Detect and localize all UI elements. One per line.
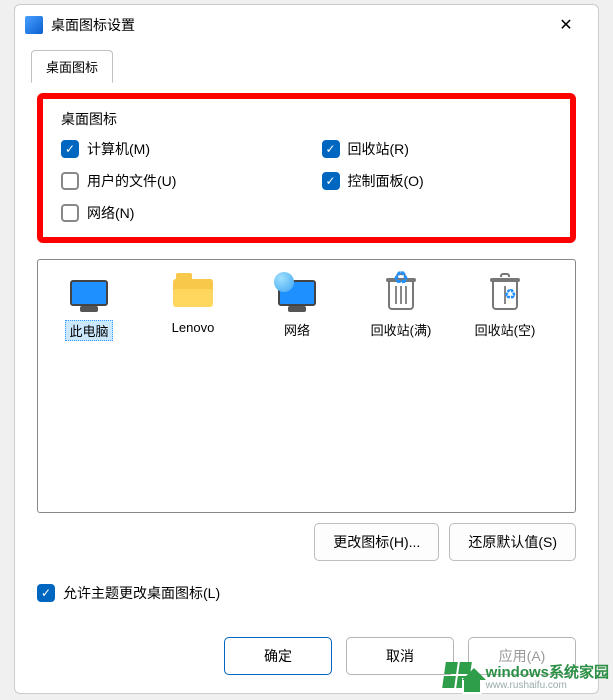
recycle-full-icon: ♻ bbox=[356, 270, 446, 316]
content-area: 桌面图标 ✓ 计算机(M) ✓ 回收站(R) 用户的文件(U) ✓ 控制面板(O… bbox=[15, 83, 598, 623]
checkbox-recyclebin[interactable]: ✓ 回收站(R) bbox=[322, 139, 553, 159]
checkbox-label: 回收站(R) bbox=[348, 139, 409, 159]
checkbox-userfiles[interactable]: 用户的文件(U) bbox=[61, 171, 292, 191]
folder-icon bbox=[148, 270, 238, 316]
tabbar: 桌面图标 bbox=[15, 45, 598, 83]
settings-dialog: 桌面图标设置 ✕ 桌面图标 桌面图标 ✓ 计算机(M) ✓ 回收站(R) bbox=[14, 4, 599, 694]
titlebar: 桌面图标设置 ✕ bbox=[15, 5, 598, 45]
checkbox-icon: ✓ bbox=[61, 140, 79, 158]
checkbox-icon bbox=[61, 204, 79, 222]
checkbox-network[interactable]: 网络(N) bbox=[61, 203, 292, 223]
allow-theme-checkbox[interactable]: ✓ 允许主题更改桌面图标(L) bbox=[37, 583, 576, 603]
checkbox-label: 用户的文件(U) bbox=[87, 171, 176, 191]
this-pc-icon bbox=[44, 270, 134, 316]
icon-item-network[interactable]: 网络 bbox=[252, 270, 342, 339]
checkbox-label: 控制面板(O) bbox=[348, 171, 424, 191]
ok-button[interactable]: 确定 bbox=[224, 637, 332, 675]
network-icon bbox=[252, 270, 342, 316]
checkbox-icon: ✓ bbox=[322, 140, 340, 158]
checkbox-label: 计算机(M) bbox=[87, 139, 150, 159]
icon-label: 回收站(空) bbox=[475, 320, 536, 339]
icon-item-lenovo[interactable]: Lenovo bbox=[148, 270, 238, 335]
cancel-button[interactable]: 取消 bbox=[346, 637, 454, 675]
icon-item-recycle-empty[interactable]: ♻ 回收站(空) bbox=[460, 270, 550, 339]
checkbox-grid: ✓ 计算机(M) ✓ 回收站(R) 用户的文件(U) ✓ 控制面板(O) bbox=[61, 139, 552, 223]
change-icon-button[interactable]: 更改图标(H)... bbox=[314, 523, 439, 561]
checkbox-icon: ✓ bbox=[37, 584, 55, 602]
watermark-line2: www.rushaifu.com bbox=[486, 681, 609, 692]
checkbox-icon: ✓ bbox=[322, 172, 340, 190]
watermark: windows系统家园 www.rushaifu.com bbox=[442, 660, 609, 696]
icon-label: 回收站(满) bbox=[371, 320, 432, 339]
icon-item-recycle-full[interactable]: ♻ 回收站(满) bbox=[356, 270, 446, 339]
tab-label: 桌面图标 bbox=[46, 60, 98, 75]
desktop-icons-group: 桌面图标 ✓ 计算机(M) ✓ 回收站(R) 用户的文件(U) ✓ 控制面板(O… bbox=[37, 93, 576, 243]
group-label: 桌面图标 bbox=[61, 109, 552, 129]
icon-preview-list[interactable]: 此电脑 Lenovo 网络 ♻ bbox=[37, 259, 576, 513]
icon-action-row: 更改图标(H)... 还原默认值(S) bbox=[37, 523, 576, 561]
watermark-line1: windows系统家园 bbox=[486, 665, 609, 681]
app-icon bbox=[25, 16, 43, 34]
watermark-logo-icon bbox=[442, 660, 482, 696]
icon-item-this-pc[interactable]: 此电脑 bbox=[44, 270, 134, 341]
checkbox-computer[interactable]: ✓ 计算机(M) bbox=[61, 139, 292, 159]
checkbox-icon bbox=[61, 172, 79, 190]
icon-label: 此电脑 bbox=[65, 320, 112, 341]
checkbox-label: 允许主题更改桌面图标(L) bbox=[63, 583, 220, 603]
close-icon: ✕ bbox=[559, 15, 572, 35]
icon-label: 网络 bbox=[284, 320, 310, 339]
window-title: 桌面图标设置 bbox=[51, 15, 544, 35]
icon-label: Lenovo bbox=[172, 320, 215, 335]
tab-desktop-icons[interactable]: 桌面图标 bbox=[31, 50, 113, 83]
checkbox-controlpanel[interactable]: ✓ 控制面板(O) bbox=[322, 171, 553, 191]
recycle-empty-icon: ♻ bbox=[460, 270, 550, 316]
close-button[interactable]: ✕ bbox=[544, 10, 588, 40]
restore-default-button[interactable]: 还原默认值(S) bbox=[449, 523, 576, 561]
checkbox-label: 网络(N) bbox=[87, 203, 134, 223]
watermark-text: windows系统家园 www.rushaifu.com bbox=[486, 665, 609, 691]
